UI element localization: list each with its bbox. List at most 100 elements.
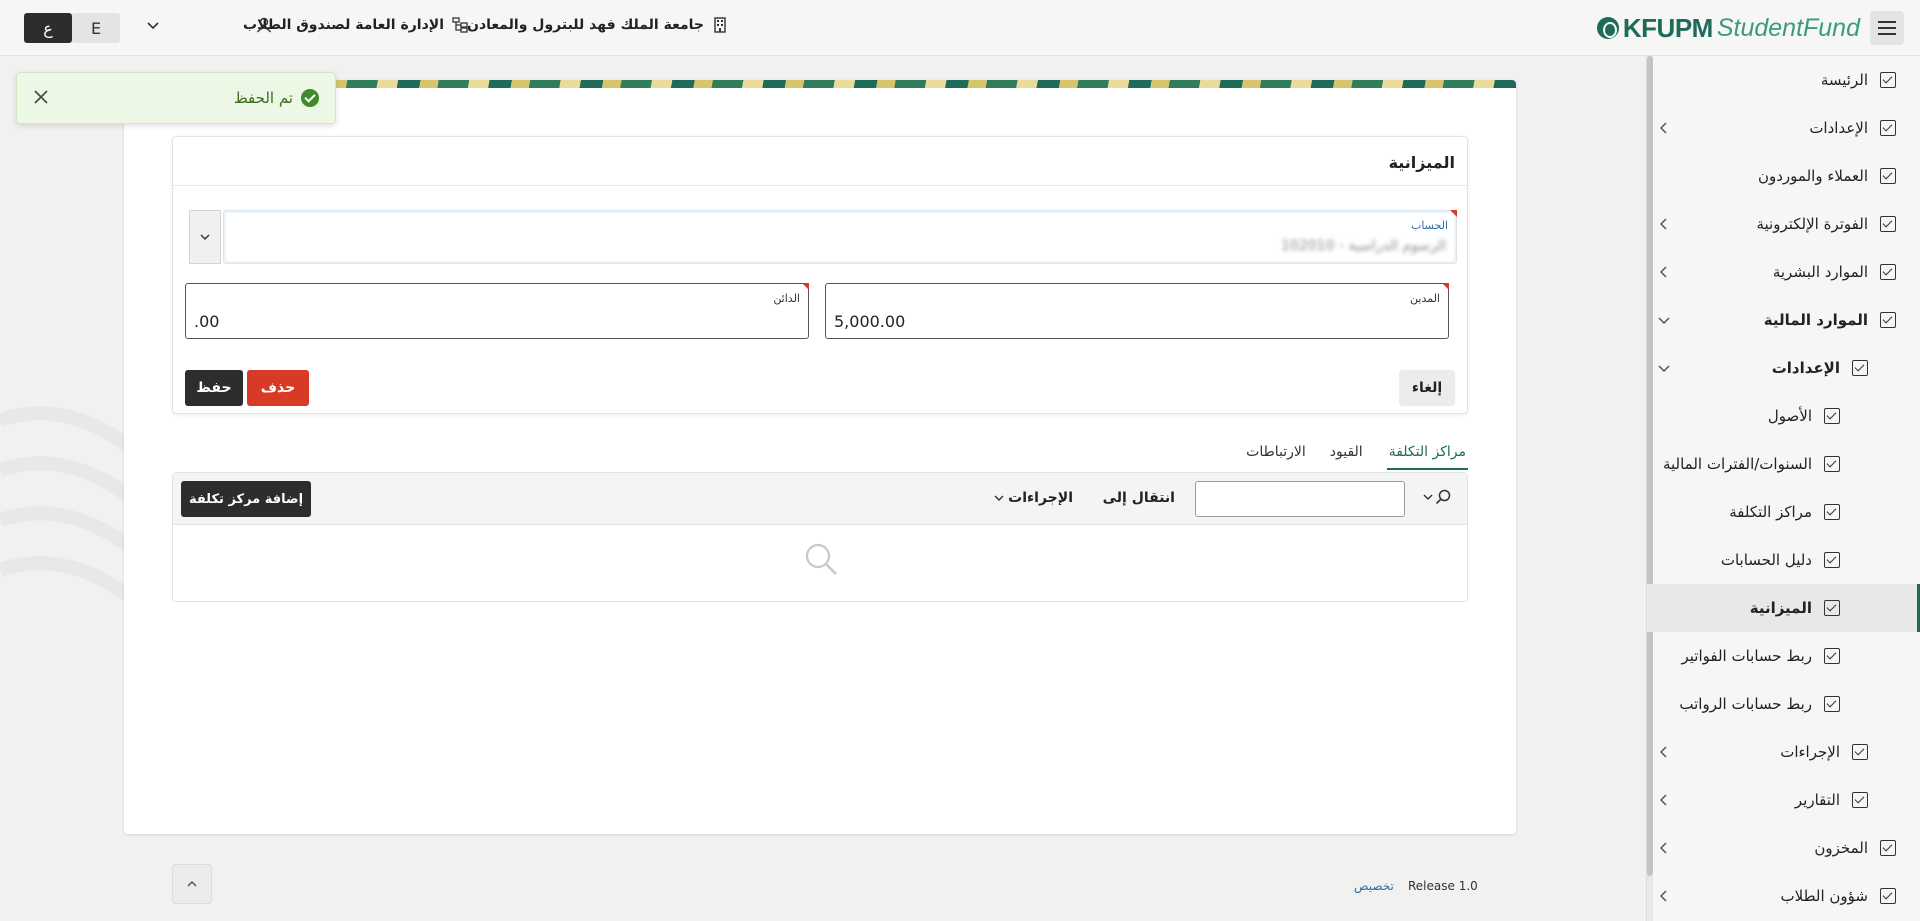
account-dropdown-button[interactable]: [189, 210, 221, 264]
language-english-button[interactable]: E: [72, 13, 120, 43]
panel-title: الميزانية: [1388, 153, 1455, 172]
checkbox-icon: [1880, 120, 1896, 136]
debit-field[interactable]: المدين 5,000.00: [825, 283, 1449, 339]
account-value: 102010 - الرسوم الدراسية: [1281, 238, 1446, 254]
credit-label: الدائن: [773, 292, 800, 305]
sidebar-item-fiscal-years[interactable]: السنوات/الفترات المالية: [1647, 440, 1920, 488]
university-menu[interactable]: جامعة الملك فهد للبترول والمعادن: [467, 17, 728, 33]
sidebar-item-invoice-accounts[interactable]: ربط حسابات الفواتير: [1647, 632, 1920, 680]
chevron-up-icon: [187, 880, 197, 887]
report-toolbar: انتقال إلى الإجراءات إضافة مركز تكلفة: [173, 473, 1467, 525]
checkbox-icon: [1880, 168, 1896, 184]
toast-text: تم الحفظ: [233, 89, 293, 107]
sidebar-item-label: الفوترة الإلكترونية: [1756, 215, 1868, 233]
sidebar-item-student-affairs[interactable]: شؤون الطلاب: [1647, 872, 1920, 920]
budget-form-panel: الميزانية الحساب 102010 - الرسوم الدراسي…: [172, 136, 1468, 414]
delete-button[interactable]: حذف: [247, 370, 309, 406]
success-toast: تم الحفظ: [16, 72, 336, 124]
checkbox-icon: [1824, 456, 1840, 472]
required-indicator: [1442, 283, 1449, 290]
sidebar-item-settings[interactable]: الإعدادات: [1647, 104, 1920, 152]
chevron-down-icon: [1658, 317, 1670, 325]
close-icon[interactable]: [33, 89, 49, 105]
sidebar-item-label: الأصول: [1767, 407, 1812, 425]
credit-field[interactable]: الدائن .00: [185, 283, 809, 339]
scroll-to-top-button[interactable]: [172, 864, 212, 904]
empty-search-icon: [805, 543, 837, 575]
language-arabic-button[interactable]: ع: [24, 13, 72, 43]
actions-menu-button[interactable]: الإجراءات: [994, 490, 1073, 506]
logo-sub: StudentFund: [1716, 13, 1860, 42]
sidebar-item-reports[interactable]: التقارير: [1647, 776, 1920, 824]
toast-message: تم الحفظ: [234, 89, 319, 107]
checkbox-icon: [1880, 72, 1896, 88]
search-input[interactable]: [1195, 481, 1405, 517]
top-navigation-bar: KFUPM StudentFund جامعة الملك فهد للبترو…: [0, 0, 1920, 56]
sidebar-item-e-invoicing[interactable]: الفوترة الإلكترونية: [1647, 200, 1920, 248]
sidebar-item-cost-centers[interactable]: مراكز التكلفة: [1647, 488, 1920, 536]
sidebar-item-label: المخزون: [1814, 839, 1868, 857]
sidebar-navigation: الرئيسة الإعدادات العملاء والموردون الفو…: [1646, 56, 1920, 921]
sidebar-item-home[interactable]: الرئيسة: [1647, 56, 1920, 104]
checkbox-icon: [1824, 552, 1840, 568]
debit-label: المدين: [1410, 292, 1440, 305]
sidebar-item-label: الإعدادات: [1809, 119, 1868, 137]
menu-toggle-button[interactable]: [1870, 11, 1904, 45]
sidebar-item-inventory[interactable]: المخزون: [1647, 824, 1920, 872]
chevron-down-icon[interactable]: [146, 18, 160, 32]
sidebar-item-label: الموارد البشرية: [1772, 263, 1868, 281]
checkbox-icon: [1824, 696, 1840, 712]
search-column-selector[interactable]: [1423, 489, 1451, 505]
sidebar-item-label: الرئيسة: [1820, 71, 1868, 89]
sidebar-item-finance-settings[interactable]: الإعدادات: [1647, 344, 1920, 392]
sidebar-item-budget[interactable]: الميزانية: [1647, 584, 1920, 632]
chevron-left-icon: [1659, 122, 1667, 134]
sidebar-item-label: العملاء والموردون: [1757, 167, 1868, 185]
sidebar-item-assets[interactable]: الأصول: [1647, 392, 1920, 440]
sidebar-item-payroll-accounts[interactable]: ربط حسابات الرواتب: [1647, 680, 1920, 728]
tab-commitments[interactable]: الارتباطات: [1246, 440, 1306, 470]
tab-cost-centers[interactable]: مراكز التكلفة: [1386, 440, 1468, 470]
customize-link[interactable]: تخصيص: [1354, 879, 1394, 893]
save-button[interactable]: حفظ: [185, 370, 243, 406]
sidebar-item-label: الإجراءات: [1780, 743, 1840, 761]
checkbox-icon: [1880, 264, 1896, 280]
cost-centers-report: انتقال إلى الإجراءات إضافة مركز تكلفة: [172, 472, 1468, 602]
chevron-down-icon: [200, 234, 210, 241]
checkbox-icon: [1824, 600, 1840, 616]
tab-entries[interactable]: القيود: [1330, 440, 1363, 470]
credit-value: .00: [194, 312, 220, 331]
department-menu[interactable]: الإدارة العامة لصندوق الطلاب: [243, 17, 468, 33]
sidebar-item-hr[interactable]: الموارد البشرية: [1647, 248, 1920, 296]
checkbox-icon: [1824, 648, 1840, 664]
sidebar-item-label: الإعدادات: [1771, 359, 1840, 377]
sidebar-item-finance[interactable]: الموارد المالية: [1647, 296, 1920, 344]
checkbox-icon: [1852, 744, 1868, 760]
sidebar-item-chart-of-accounts[interactable]: دليل الحسابات: [1647, 536, 1920, 584]
user-icon: [256, 17, 272, 33]
chevron-left-icon: [1659, 890, 1667, 902]
chevron-left-icon: [1659, 746, 1667, 758]
sidebar-item-label: شؤون الطلاب: [1780, 887, 1868, 905]
app-logo[interactable]: KFUPM StudentFund: [1596, 12, 1860, 44]
sidebar-item-customers-suppliers[interactable]: العملاء والموردون: [1647, 152, 1920, 200]
required-indicator: [1450, 210, 1457, 217]
actions-label: الإجراءات: [1008, 490, 1073, 506]
hamburger-icon: [1878, 21, 1896, 35]
checkbox-icon: [1852, 792, 1868, 808]
add-cost-center-button[interactable]: إضافة مركز تكلفة: [181, 481, 311, 517]
sidebar-item-label: التقارير: [1794, 791, 1840, 809]
checkbox-icon: [1880, 216, 1896, 232]
checkbox-icon: [1880, 840, 1896, 856]
university-name: جامعة الملك فهد للبترول والمعادن: [467, 17, 704, 33]
account-field[interactable]: الحساب 102010 - الرسوم الدراسية: [223, 210, 1457, 264]
user-menu[interactable]: [256, 17, 272, 33]
logo-brand: KFUPM: [1622, 12, 1713, 43]
department-name: الإدارة العامة لصندوق الطلاب: [243, 17, 444, 33]
sidebar-item-procedures[interactable]: الإجراءات: [1647, 728, 1920, 776]
go-to-button[interactable]: انتقال إلى: [1103, 490, 1175, 506]
sidebar-item-label: دليل الحسابات: [1720, 551, 1812, 569]
required-indicator: [802, 283, 809, 290]
chevron-down-icon: [1423, 494, 1433, 500]
cancel-button[interactable]: إلغاء: [1399, 370, 1455, 406]
